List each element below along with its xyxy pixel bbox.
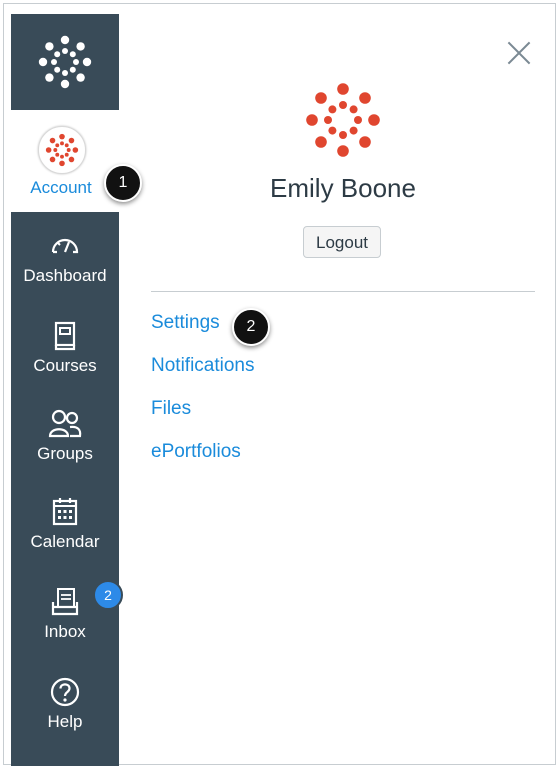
nav-item-label: Groups: [37, 444, 93, 463]
nav-item-account[interactable]: Account: [11, 110, 119, 212]
nav-item-courses[interactable]: Courses: [11, 320, 119, 376]
tray-divider: [151, 291, 535, 292]
step-callout-1: 1: [104, 164, 142, 202]
help-icon: [50, 677, 80, 707]
account-avatar: [38, 126, 86, 174]
account-label: Account: [30, 178, 92, 197]
nav-item-label: Courses: [33, 356, 97, 375]
step-callout-2: 2: [232, 308, 270, 346]
canvas-logo-icon: [306, 83, 380, 157]
nav-item-calendar[interactable]: Calendar: [11, 496, 119, 552]
nav-item-dashboard[interactable]: Dashboard: [11, 230, 119, 286]
nav-item-groups[interactable]: Groups: [11, 408, 119, 464]
nav-item-label: Help: [47, 712, 83, 731]
unread-count-badge: 2: [93, 580, 123, 610]
groups-icon: [48, 409, 82, 438]
dashboard-icon: [51, 238, 79, 254]
close-tray-icon[interactable]: [506, 40, 532, 66]
canvas-logo-icon: [38, 35, 92, 89]
files-link[interactable]: Files: [151, 398, 191, 420]
calendar-icon: [52, 498, 78, 526]
courses-icon: [54, 321, 76, 351]
nav-item-help[interactable]: Help: [11, 676, 119, 732]
notifications-link[interactable]: Notifications: [151, 355, 255, 377]
nav-item-inbox[interactable]: Inbox 2: [11, 580, 123, 642]
nav-item-label: Inbox: [44, 622, 86, 641]
inbox-icon: [51, 588, 79, 616]
nav-item-label: Dashboard: [23, 266, 107, 285]
logout-button[interactable]: Logout: [303, 226, 381, 258]
eportfolios-link[interactable]: ePortfolios: [151, 441, 241, 463]
nav-item-label: Calendar: [30, 532, 100, 551]
user-name: Emily Boone: [270, 173, 416, 203]
settings-link[interactable]: Settings: [151, 312, 220, 334]
canvas-logo-tile[interactable]: [11, 14, 119, 110]
canvas-logo-icon: [45, 133, 79, 167]
